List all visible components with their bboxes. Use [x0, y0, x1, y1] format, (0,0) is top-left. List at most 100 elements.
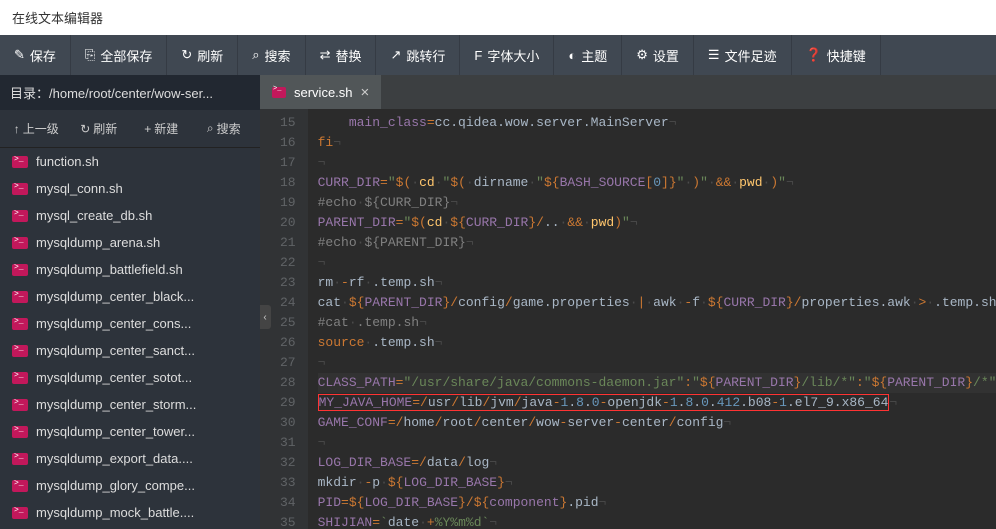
replace-label: 替换: [335, 46, 361, 65]
code-line[interactable]: CURR_DIR="$(·cd·"$(·dirname·"${BASH_SOUR…: [318, 173, 996, 193]
file-item[interactable]: mysqldump_center_storm...: [0, 391, 260, 418]
refresh-button[interactable]: ↻ 刷新: [167, 35, 238, 75]
search-label: 搜索: [265, 46, 291, 65]
file-item[interactable]: mysqldump_battlefield.sh: [0, 256, 260, 283]
line-number: 31: [280, 433, 296, 453]
refresh-icon: ↻: [80, 122, 90, 136]
file-name: mysqldump_center_sanct...: [36, 343, 195, 358]
file-item[interactable]: mysql_conn.sh: [0, 175, 260, 202]
file-name: mysql_create_db.sh: [36, 208, 152, 223]
jump-button[interactable]: ↗ 跳转行: [376, 35, 460, 75]
theme-icon: ◐: [568, 48, 576, 63]
replace-icon: ⇄: [320, 47, 331, 63]
settings-button[interactable]: ⚙设置: [622, 35, 694, 75]
code-line[interactable]: #echo·${CURR_DIR}¬: [318, 193, 996, 213]
footprint-button[interactable]: ☰文件足迹: [694, 35, 792, 75]
close-icon[interactable]: ×: [361, 84, 370, 101]
shortcuts-button[interactable]: ❓ 快捷键: [792, 35, 881, 75]
line-number: 29: [280, 393, 296, 413]
jump-icon: ↗: [390, 47, 401, 63]
file-name: mysqldump_export_data....: [36, 451, 193, 466]
line-number: 30: [280, 413, 296, 433]
refresh-icon: ↻: [181, 47, 192, 63]
theme-button[interactable]: ◐主题: [554, 35, 622, 75]
code-line[interactable]: ¬: [318, 433, 996, 453]
line-number: 16: [280, 133, 296, 153]
shell-file-icon: [12, 318, 28, 330]
file-item[interactable]: mysqldump_center_cons...: [0, 310, 260, 337]
file-name: mysqldump_glory_compe...: [36, 478, 195, 493]
file-item[interactable]: mysqldump_center_tower...: [0, 418, 260, 445]
save-all-label: 全部保存: [100, 46, 152, 65]
line-number: 22: [280, 253, 296, 273]
code-line[interactable]: #echo·${PARENT_DIR}¬: [318, 233, 996, 253]
line-number: 17: [280, 153, 296, 173]
code-line[interactable]: ¬: [318, 153, 996, 173]
file-item[interactable]: function.sh: [0, 148, 260, 175]
line-number: 28: [280, 373, 296, 393]
font-size-button[interactable]: F字体大小: [460, 35, 554, 75]
code-line[interactable]: LOG_DIR_BASE=/data/log¬: [318, 453, 996, 473]
file-name: mysqldump_mock_battle....: [36, 505, 194, 520]
shell-file-icon: [12, 210, 28, 222]
file-list[interactable]: function.sh mysql_conn.sh mysql_create_db.…: [0, 148, 260, 529]
save-label: 保存: [30, 46, 56, 65]
sidebar-search-button[interactable]: ⌕搜索: [194, 114, 255, 143]
shell-file-icon: [12, 372, 28, 384]
file-name: mysql_conn.sh: [36, 181, 123, 196]
sidebar-collapse-handle[interactable]: ‹: [260, 305, 271, 329]
code-line[interactable]: GAME_CONF=/home/root/center/wow-server-c…: [318, 413, 996, 433]
line-number: 20: [280, 213, 296, 233]
sidebar-dir[interactable]: 目录：/home/root/center/wow-ser...: [0, 75, 260, 110]
code-line[interactable]: PARENT_DIR="$(cd·${CURR_DIR}/..·&&·pwd)"…: [318, 213, 996, 233]
tab-service[interactable]: service.sh ×: [260, 75, 381, 109]
code-line[interactable]: CLASS_PATH="/usr/share/java/commons-daem…: [318, 373, 996, 393]
up-button[interactable]: ↑上一级: [6, 114, 67, 143]
new-button[interactable]: +新建: [131, 114, 192, 143]
code-line[interactable]: source·.temp.sh¬: [318, 333, 996, 353]
code-line[interactable]: #cat·.temp.sh¬: [318, 313, 996, 333]
file-item[interactable]: mysqldump_center_black...: [0, 283, 260, 310]
file-item[interactable]: mysqldump_glory_compe...: [0, 472, 260, 499]
shell-file-icon: [12, 426, 28, 438]
file-item[interactable]: mysqldump_mock_battle....: [0, 499, 260, 526]
help-icon: ❓: [806, 47, 822, 63]
jump-label: 跳转行: [406, 46, 445, 65]
file-name: mysqldump_arena.sh: [36, 235, 160, 250]
file-item[interactable]: mysqldump_center_sanct...: [0, 337, 260, 364]
shell-file-icon: [12, 399, 28, 411]
code-content[interactable]: main_class=cc.qidea.wow.server.MainServe…: [308, 109, 996, 529]
code-line[interactable]: PID=${LOG_DIR_BASE}/${component}.pid¬: [318, 493, 996, 513]
refresh-label: 刷新: [197, 46, 223, 65]
sidebar-refresh-button[interactable]: ↻刷新: [69, 114, 130, 143]
footprint-icon: ☰: [708, 47, 720, 63]
code-line[interactable]: MY_JAVA_HOME=/usr/lib/jvm/java-1.8.0-ope…: [318, 393, 996, 413]
file-item[interactable]: mysqldump_arena.sh: [0, 229, 260, 256]
code-line[interactable]: fi¬: [318, 133, 996, 153]
file-item[interactable]: mysqldump_export_data....: [0, 445, 260, 472]
file-item[interactable]: mysqldump_center_sotot...: [0, 364, 260, 391]
code-line[interactable]: main_class=cc.qidea.wow.server.MainServe…: [318, 113, 996, 133]
shell-file-icon: [12, 507, 28, 519]
line-number: 32: [280, 453, 296, 473]
shortcuts-label: 快捷键: [827, 46, 866, 65]
file-name: mysqldump_center_tower...: [36, 424, 195, 439]
line-number: 24: [280, 293, 296, 313]
file-item[interactable]: mysql_create_db.sh: [0, 202, 260, 229]
code-line[interactable]: rm·-rf·.temp.sh¬: [318, 273, 996, 293]
line-number: 27: [280, 353, 296, 373]
main-area: 目录：/home/root/center/wow-ser... ↑上一级 ↻刷新…: [0, 75, 996, 529]
code-line[interactable]: cat·${PARENT_DIR}/config/game.properties…: [318, 293, 996, 313]
shell-file-icon: [272, 87, 286, 98]
save-all-button[interactable]: ⎘全部保存: [71, 35, 167, 75]
code-line[interactable]: ¬: [318, 353, 996, 373]
code-line[interactable]: ¬: [318, 253, 996, 273]
shell-file-icon: [12, 291, 28, 303]
save-button[interactable]: ✎保存: [0, 35, 71, 75]
search-button[interactable]: ⌕搜索: [238, 35, 305, 75]
line-number: 21: [280, 233, 296, 253]
code-area[interactable]: 1516171819202122232425262728293031323334…: [260, 109, 996, 529]
replace-button[interactable]: ⇄替换: [306, 35, 377, 75]
code-line[interactable]: mkdir·-p·${LOG_DIR_BASE}¬: [318, 473, 996, 493]
file-name: mysqldump_center_sotot...: [36, 370, 192, 385]
